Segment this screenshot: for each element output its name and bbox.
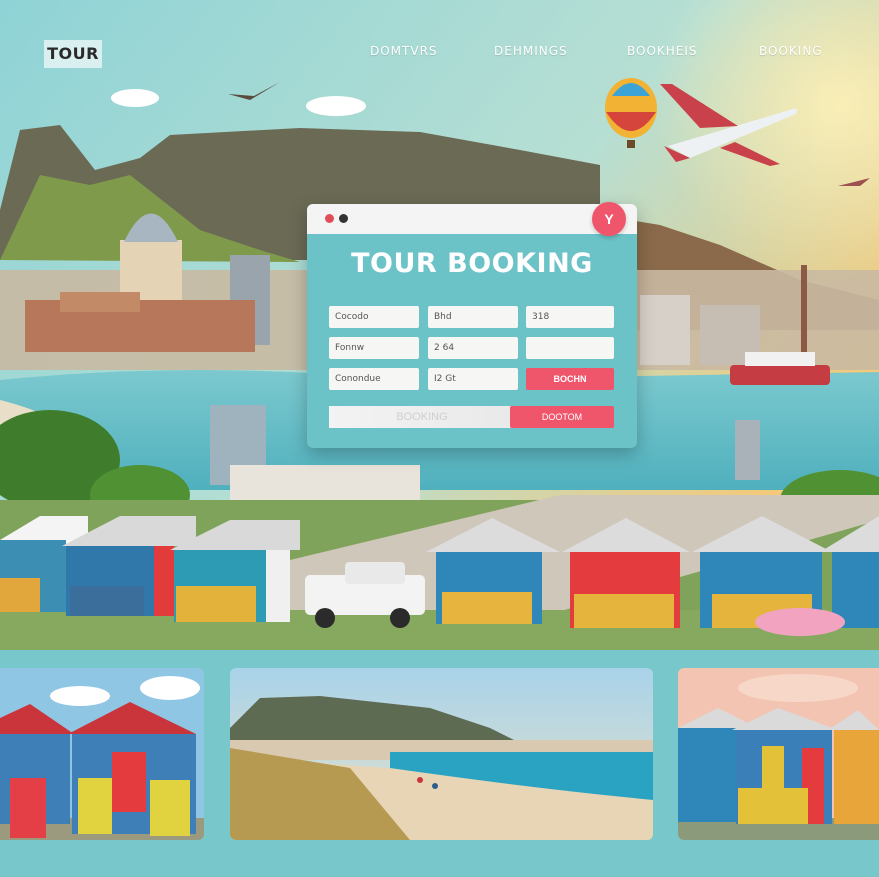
beach-huts-image	[0, 668, 204, 840]
form-field[interactable]	[526, 337, 614, 359]
submit-button[interactable]: DOOTOM	[510, 406, 614, 428]
dialog-title: TOUR BOOKING	[351, 248, 593, 279]
gallery-thumbnail-beach-huts[interactable]	[0, 668, 204, 840]
nav-link-destinations[interactable]: DEHMINGS	[494, 44, 568, 58]
booking-input[interactable]: BOOKING	[329, 406, 515, 428]
form-field[interactable]: Cocodo	[329, 306, 419, 328]
form-field[interactable]: 318	[526, 306, 614, 328]
form-field[interactable]: Fonnw	[329, 337, 419, 359]
site-logo[interactable]: TOUR	[44, 40, 102, 68]
form-field[interactable]: Bhd	[428, 306, 518, 328]
form-field[interactable]: I2 Gt	[428, 368, 518, 390]
top-navigation: TOUR DOMTVRS DEHMINGS BOOKHEIS BOOKING	[0, 0, 879, 80]
window-dot-dark	[339, 214, 348, 223]
colorful-huts-image	[678, 668, 879, 840]
form-field[interactable]: 2 64	[428, 337, 518, 359]
close-button[interactable]: Y	[592, 202, 626, 236]
tour-booking-dialog: Y TOUR BOOKING Cocodo Bhd 318 Fonnw 2 64…	[307, 202, 637, 448]
gallery-thumbnail-beach[interactable]	[230, 668, 653, 840]
nav-link-bookings[interactable]: BOOKHEIS	[627, 44, 698, 58]
beach-landscape-image	[230, 668, 653, 840]
book-button[interactable]: BOCHN	[526, 368, 614, 390]
form-field[interactable]: Conondue	[329, 368, 419, 390]
gallery-thumbnail-colorful-huts[interactable]	[678, 668, 879, 840]
nav-link-tours[interactable]: DOMTVRS	[370, 44, 438, 58]
nav-link-booking[interactable]: BOOKING	[759, 44, 823, 58]
window-dot-red	[325, 214, 334, 223]
dialog-title-bar	[307, 204, 637, 234]
